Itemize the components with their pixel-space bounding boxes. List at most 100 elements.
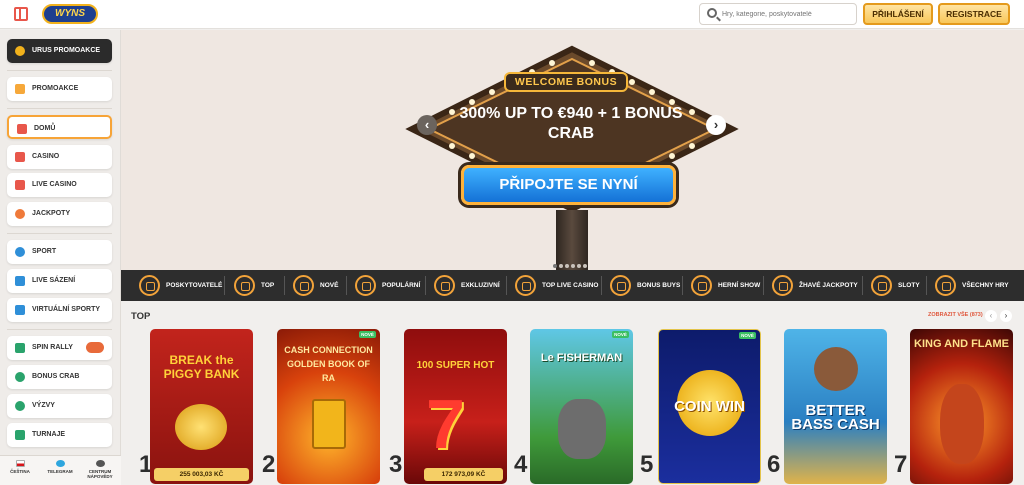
seven-artwork: 7 xyxy=(426,385,465,463)
game-title: 100 SUPER HOT xyxy=(416,360,495,371)
sidebar-toggle-icon[interactable] xyxy=(14,7,28,21)
search-icon xyxy=(707,8,717,18)
jackpot-pot-icon xyxy=(772,275,793,296)
show-all-link[interactable]: ZOBRAZIT VŠE (873) xyxy=(928,312,983,318)
help-icon xyxy=(95,460,105,467)
game-card[interactable]: 100 SUPER HOT 7 172 973,09 KČ xyxy=(404,329,507,484)
tab-label: ŽHAVÉ JACKPOTY xyxy=(799,282,858,289)
sidebar-item-promotions[interactable]: PROMOAKCE xyxy=(7,77,112,101)
sidebar-item-live-betting[interactable]: LIVE SÁZENÍ xyxy=(7,269,112,293)
welcome-bonus-badge: WELCOME BONUS xyxy=(504,72,628,92)
sidebar-item-challenges[interactable]: VÝZVY xyxy=(7,394,112,418)
hero-banner[interactable]: WELCOME BONUS 300% UP TO €940 + 1 BONUS … xyxy=(121,30,1024,270)
game-title: BREAK the PIGGY BANK xyxy=(163,353,240,381)
jackpot-amount: 255 003,03 KČ xyxy=(154,468,249,481)
sidebar: URUS PROMOAKCE PROMOAKCE DOMŮ CASINO LIV… xyxy=(0,30,121,485)
game-title: BETTER BASS CASH xyxy=(791,402,880,433)
rank-number: 2 xyxy=(262,451,276,478)
sidebar-item-sport[interactable]: SPORT xyxy=(7,240,112,264)
medal-icon xyxy=(15,401,25,411)
carousel-dot[interactable] xyxy=(553,264,557,268)
game-card[interactable]: KING AND FLAME xyxy=(910,329,1013,484)
search-box[interactable] xyxy=(699,3,857,25)
help-label: CENTRUM NÁPOVĚDY xyxy=(87,469,113,479)
sidebar-footer: ČEŠTINA TELEGRAM CENTRUM NÁPOVĚDY xyxy=(0,455,121,485)
join-now-button[interactable]: PŘIPOJTE SE NYNÍ xyxy=(461,165,676,205)
login-button[interactable]: PŘIHLÁŠENÍ xyxy=(863,3,933,25)
game-title: COIN WIN xyxy=(674,398,745,415)
game-card[interactable]: NOVÉ CASH CONNECTION GOLDEN BOOK OF RA xyxy=(277,329,380,484)
carousel-dot[interactable] xyxy=(565,264,569,268)
game-card[interactable]: BETTER BASS CASH xyxy=(784,329,887,484)
crab-icon xyxy=(15,372,25,382)
sidebar-item-jackpots[interactable]: JACKPOTY xyxy=(7,202,112,226)
hero-next-arrow-icon[interactable]: › xyxy=(706,115,726,135)
providers-icon xyxy=(139,275,160,296)
divider xyxy=(425,276,426,295)
sidebar-item-bonus-crab[interactable]: BONUS CRAB xyxy=(7,365,112,389)
carousel-dot[interactable] xyxy=(583,264,587,268)
tab-label: TOP xyxy=(261,282,275,289)
game-card[interactable]: BREAK the PIGGY BANK 255 003,03 KČ xyxy=(150,329,253,484)
top-prev-arrow-icon[interactable]: ‹ xyxy=(985,310,997,322)
telegram-link[interactable]: TELEGRAM xyxy=(40,458,80,484)
top-next-arrow-icon[interactable]: › xyxy=(1000,310,1012,322)
raccoon-artwork xyxy=(558,399,606,459)
carousel-dots xyxy=(552,255,588,268)
game-card[interactable]: NOVÉ Le FISHERMAN xyxy=(530,329,633,484)
divider xyxy=(284,276,285,295)
rank-number: 4 xyxy=(514,451,528,478)
sidebar-item-label: PROMOAKCE xyxy=(32,85,79,92)
sidebar-item-urus-promo[interactable]: URUS PROMOAKCE xyxy=(7,39,112,63)
sidebar-item-virtual-sports[interactable]: VIRTUÁLNÍ SPORTY xyxy=(7,298,112,322)
telegram-label: TELEGRAM xyxy=(47,469,73,474)
tab-label: BONUS BUYS xyxy=(637,282,681,289)
sidebar-item-label: JACKPOTY xyxy=(32,210,71,217)
game-title: Le FISHERMAN xyxy=(540,352,623,364)
cards-icon xyxy=(15,180,25,190)
carousel-dot[interactable] xyxy=(559,264,563,268)
gift-icon xyxy=(15,84,25,94)
game-card[interactable]: NOVÉ COIN WIN xyxy=(658,329,761,484)
fisherman-artwork xyxy=(814,347,858,391)
trophy-icon xyxy=(15,430,25,440)
sidebar-item-label: DOMŮ xyxy=(34,125,56,132)
sidebar-item-home[interactable]: DOMŮ xyxy=(7,115,112,139)
star-icon xyxy=(515,275,536,296)
live-icon xyxy=(15,276,25,286)
divider xyxy=(224,276,225,295)
sidebar-item-live-casino[interactable]: LIVE CASINO xyxy=(7,173,112,197)
site-logo[interactable]: WYNS xyxy=(42,4,98,24)
sidebar-item-casino[interactable]: CASINO xyxy=(7,145,112,169)
microphone-icon xyxy=(691,275,712,296)
jackpot-icon xyxy=(15,209,25,219)
search-input[interactable] xyxy=(722,6,852,22)
sidebar-item-label: LIVE SÁZENÍ xyxy=(32,277,76,284)
ball-icon xyxy=(15,247,25,257)
czech-flag-icon xyxy=(15,460,25,467)
all-games-icon xyxy=(935,275,956,296)
flame-icon xyxy=(355,275,376,296)
tab-label: POSKYTOVATELÉ xyxy=(166,282,223,289)
hero-prev-arrow-icon[interactable]: ‹ xyxy=(417,115,437,135)
diamond-icon xyxy=(434,275,455,296)
sidebar-item-spin-rally[interactable]: SPIN RALLY xyxy=(7,336,112,360)
carousel-dot[interactable] xyxy=(571,264,575,268)
sidebar-divider xyxy=(7,233,112,234)
language-selector[interactable]: ČEŠTINA xyxy=(0,458,40,484)
top-header: WYNS PŘIHLÁŠENÍ REGISTRACE xyxy=(0,0,1024,29)
rank-number: 5 xyxy=(640,451,654,478)
sidebar-divider xyxy=(7,70,112,71)
bonus-offer-text: 300% UP TO €940 + 1 BONUS CRAB xyxy=(459,105,683,142)
sidebar-item-label: CASINO xyxy=(32,153,60,160)
queen-artwork xyxy=(940,384,984,464)
tab-label: TOP LIVE CASINO xyxy=(542,282,599,289)
carousel-dot[interactable] xyxy=(577,264,581,268)
flag-icon xyxy=(15,343,25,353)
help-center-link[interactable]: CENTRUM NÁPOVĚDY xyxy=(80,458,120,484)
sidebar-item-tournaments[interactable]: TURNAJE xyxy=(7,423,112,447)
register-button[interactable]: REGISTRACE xyxy=(938,3,1010,25)
book-artwork xyxy=(312,399,346,449)
game-title: CASH CONNECTION GOLDEN BOOK OF RA xyxy=(284,345,373,383)
crown-icon xyxy=(234,275,255,296)
